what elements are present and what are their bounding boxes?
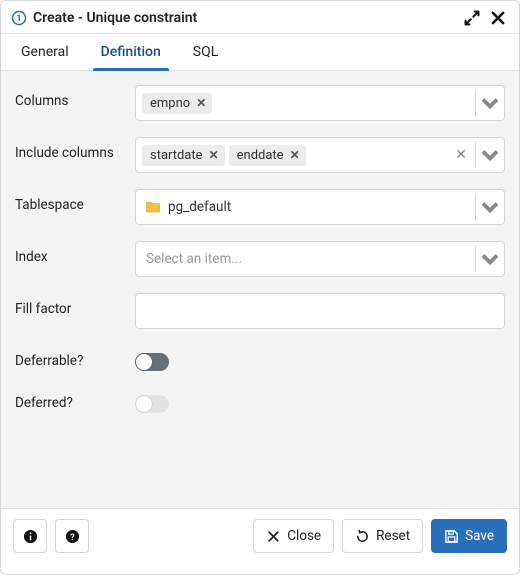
expand-icon[interactable] <box>463 9 481 27</box>
label-include-columns: Include columns <box>15 137 135 161</box>
switch-knob <box>136 396 152 412</box>
label-index: Index <box>15 241 135 265</box>
chevron-down-icon[interactable] <box>476 193 504 221</box>
close-button[interactable]: Close <box>253 519 334 553</box>
chip-startdate: startdate ✕ <box>142 145 225 166</box>
chip-remove-icon[interactable]: ✕ <box>209 148 219 162</box>
chevron-down-icon[interactable] <box>476 141 504 169</box>
label-columns: Columns <box>15 85 135 109</box>
reset-icon <box>355 529 370 544</box>
label-tablespace: Tablespace <box>15 189 135 213</box>
switch-knob <box>136 354 152 370</box>
label-deferrable: Deferrable? <box>15 345 135 369</box>
close-icon[interactable] <box>489 9 507 27</box>
info-icon <box>23 529 38 544</box>
folder-icon <box>146 201 160 213</box>
footer: ? Close Reset Save <box>1 508 519 563</box>
row-deferrable: Deferrable? <box>15 345 505 371</box>
chip-enddate: enddate ✕ <box>229 145 306 166</box>
tab-sql[interactable]: SQL <box>185 34 226 70</box>
chip-remove-icon[interactable]: ✕ <box>290 148 300 162</box>
row-columns: Columns empno ✕ <box>15 85 505 121</box>
label-fill-factor: Fill factor <box>15 293 135 317</box>
save-button[interactable]: Save <box>431 519 507 553</box>
tab-definition[interactable]: Definition <box>93 34 169 70</box>
info-circle-icon: 1 <box>11 10 27 26</box>
help-button[interactable]: ? <box>55 519 89 553</box>
reset-button[interactable]: Reset <box>342 519 423 553</box>
index-placeholder: Select an item... <box>136 251 475 267</box>
include-columns-multiselect[interactable]: startdate ✕ enddate ✕ ✕ <box>135 137 505 173</box>
svg-text:1: 1 <box>16 14 21 24</box>
chip-label: enddate <box>237 148 284 163</box>
x-icon <box>266 529 281 544</box>
svg-text:?: ? <box>70 531 75 542</box>
info-button[interactable] <box>13 519 47 553</box>
columns-multiselect[interactable]: empno ✕ <box>135 85 505 121</box>
tablespace-select[interactable]: pg_default <box>135 189 505 225</box>
row-deferred: Deferred? <box>15 387 505 413</box>
tablespace-value: pg_default <box>168 199 231 215</box>
row-fill-factor: Fill factor <box>15 293 505 329</box>
clear-icon[interactable]: ✕ <box>447 147 475 163</box>
include-columns-chips: startdate ✕ enddate ✕ <box>136 141 447 170</box>
chevron-down-icon[interactable] <box>476 245 504 273</box>
chip-remove-icon[interactable]: ✕ <box>196 96 206 110</box>
save-icon <box>444 529 459 544</box>
deferrable-toggle[interactable] <box>135 353 169 371</box>
save-label: Save <box>465 528 494 544</box>
close-label: Close <box>287 528 321 544</box>
row-index: Index Select an item... <box>15 241 505 277</box>
tabs: General Definition SQL <box>1 34 519 71</box>
chip-label: startdate <box>150 148 203 163</box>
label-deferred: Deferred? <box>15 387 135 411</box>
chip-label: empno <box>150 96 190 111</box>
chevron-down-icon[interactable] <box>476 89 504 117</box>
row-include-columns: Include columns startdate ✕ enddate ✕ ✕ <box>15 137 505 173</box>
columns-chips: empno ✕ <box>136 89 475 118</box>
titlebar: 1 Create - Unique constraint <box>1 1 519 34</box>
form-body: Columns empno ✕ Include columns <box>1 71 519 508</box>
fill-factor-input[interactable] <box>135 293 505 329</box>
dialog-title: Create - Unique constraint <box>33 10 455 26</box>
reset-label: Reset <box>376 528 410 544</box>
deferred-toggle <box>135 395 169 413</box>
index-select[interactable]: Select an item... <box>135 241 505 277</box>
tab-general[interactable]: General <box>13 34 77 70</box>
chip-empno: empno ✕ <box>142 93 212 114</box>
row-tablespace: Tablespace pg_default <box>15 189 505 225</box>
question-icon: ? <box>65 529 80 544</box>
